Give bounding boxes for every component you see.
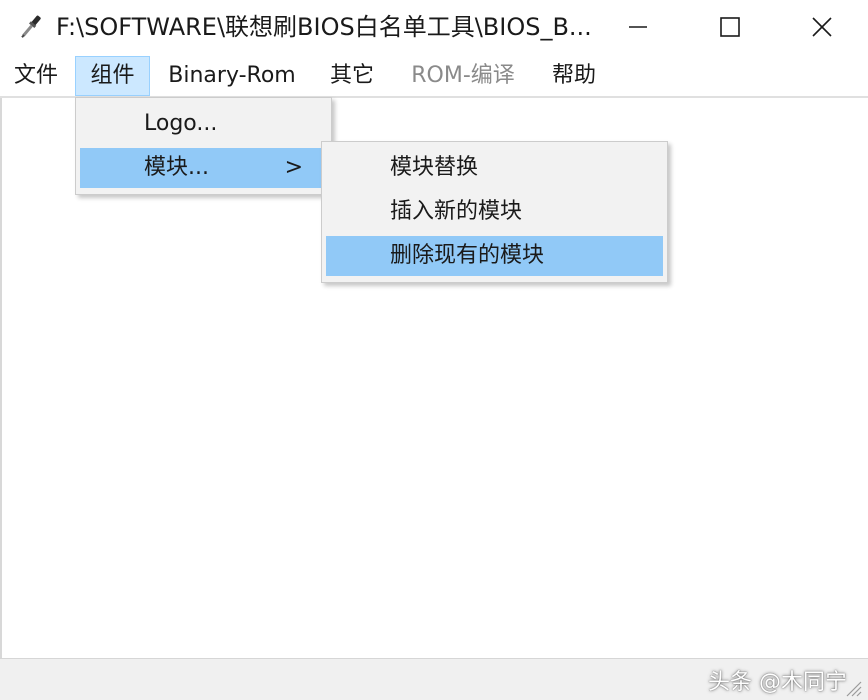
close-icon (812, 17, 832, 37)
menu-item-delete-module[interactable]: 删除现有的模块 (326, 236, 663, 276)
minimize-button[interactable] (592, 0, 684, 54)
menu-binary-rom[interactable]: Binary-Rom (156, 56, 308, 96)
watermark-text: 头条 @木同宁 (708, 670, 847, 695)
menu-item-logo[interactable]: Logo... (80, 104, 327, 144)
menu-item-label: Logo... (144, 111, 218, 136)
menu-item-replace-module[interactable]: 模块替换 (326, 148, 663, 188)
minimize-icon (629, 26, 647, 28)
menu-help[interactable]: 帮助 (540, 56, 608, 96)
maximize-icon (720, 17, 740, 37)
menu-component[interactable]: 组件 (75, 56, 150, 96)
maximize-button[interactable] (684, 0, 776, 54)
component-menu-dropdown: Logo... 模块... > (75, 97, 332, 195)
menu-rom-compile[interactable]: ROM-编译 (396, 56, 530, 96)
menu-item-module[interactable]: 模块... > (80, 148, 327, 188)
menu-other[interactable]: 其它 (318, 56, 386, 96)
menu-item-label: 模块... (144, 155, 209, 180)
menu-file[interactable]: 文件 (4, 56, 68, 96)
close-button[interactable] (776, 0, 868, 54)
module-submenu-dropdown: 模块替换 插入新的模块 删除现有的模块 (321, 141, 668, 283)
title-bar[interactable]: F:\SOFTWARE\联想刷BIOS白名单工具\BIOS_B... (0, 0, 868, 54)
screwdriver-icon (21, 15, 41, 38)
menu-item-insert-module[interactable]: 插入新的模块 (326, 192, 663, 232)
window-title: F:\SOFTWARE\联想刷BIOS白名单工具\BIOS_B... (56, 13, 592, 41)
application-window: F:\SOFTWARE\联想刷BIOS白名单工具\BIOS_B... 文件 组件… (0, 0, 868, 700)
menu-item-label: 删除现有的模块 (390, 243, 545, 268)
menu-bar: 文件 组件 Binary-Rom 其它 ROM-编译 帮助 (0, 56, 868, 98)
menu-item-label: 插入新的模块 (390, 199, 523, 224)
chevron-right-icon: > (284, 155, 303, 180)
menu-item-label: 模块替换 (390, 155, 479, 180)
